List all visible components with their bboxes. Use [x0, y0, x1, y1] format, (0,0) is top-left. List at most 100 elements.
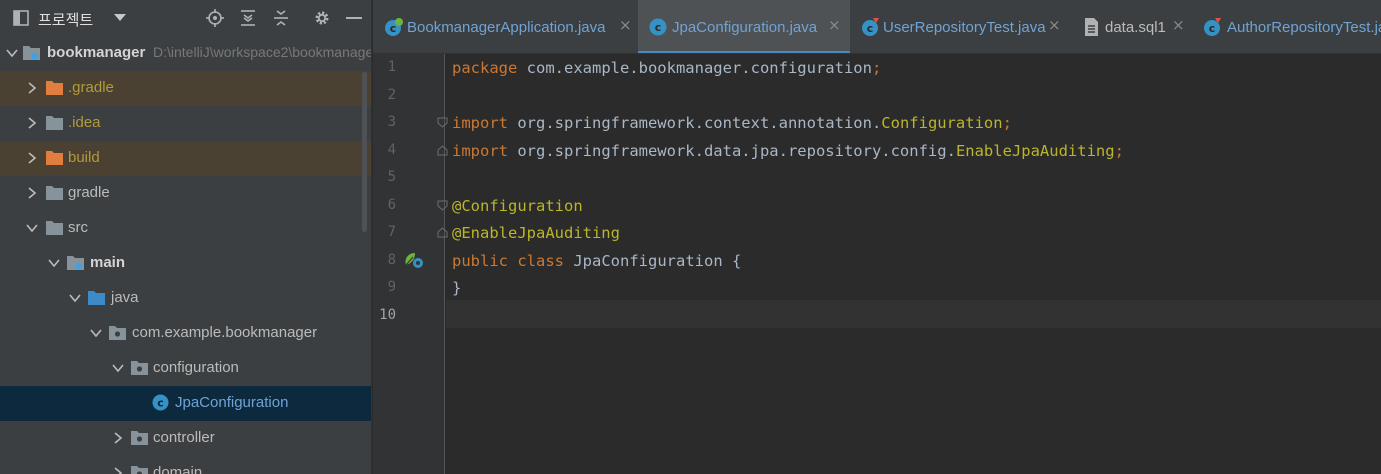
tree-item-label: JpaConfiguration [175, 394, 289, 411]
tree-item-controller[interactable]: controller [0, 421, 371, 456]
chevron-right-icon[interactable] [26, 152, 38, 164]
package-icon [109, 326, 126, 340]
chevron-down-icon[interactable] [90, 327, 102, 339]
fold-start-icon[interactable] [437, 200, 448, 211]
chevron-right-icon[interactable] [112, 432, 124, 444]
project-path: D:\intelliJ\workspace2\bookmanager [153, 44, 371, 60]
hide-icon[interactable] [345, 9, 363, 27]
tree-item-label: .idea [68, 114, 101, 131]
test-class-icon: c [862, 18, 879, 36]
code-line-8[interactable]: public class JpaConfiguration { [452, 252, 741, 270]
code-line-4[interactable]: import org.springframework.data.jpa.repo… [452, 142, 1124, 160]
tree-item-bookmanager[interactable]: bookmanager D:\intelliJ\workspace2\bookm… [0, 36, 371, 71]
keyword: class [517, 252, 565, 270]
tree-item-gradle[interactable]: gradle [0, 176, 371, 211]
close-icon[interactable]: × [828, 16, 841, 34]
test-class-icon: c [1204, 18, 1221, 36]
tree-item-gradle-cache[interactable]: .gradle [0, 71, 371, 106]
spring-bean-icon[interactable] [403, 250, 425, 270]
chevron-right-icon[interactable] [26, 117, 38, 129]
code-line-7[interactable]: @EnableJpaAuditing [452, 224, 620, 242]
project-panel-title[interactable]: 프로젝트 [38, 9, 93, 30]
close-icon[interactable]: × [1048, 16, 1061, 34]
chevron-down-icon[interactable] [48, 257, 60, 269]
tab-bookmanager-application[interactable]: c BookmanagerApplication.java × [373, 0, 637, 53]
source-root-folder-icon [67, 256, 84, 270]
code-line-3[interactable]: import org.springframework.context.annot… [452, 114, 1012, 132]
tree-item-domain[interactable]: domain [0, 456, 371, 474]
tab-user-repository-test[interactable]: c UserRepositoryTest.java × [850, 0, 1070, 53]
fold-end-icon[interactable] [437, 145, 448, 156]
fold-end-icon[interactable] [437, 227, 448, 238]
chevron-right-icon[interactable] [26, 82, 38, 94]
tab-jpa-configuration[interactable]: c JpaConfiguration.java × [638, 0, 850, 53]
package-name: com.example.bookmanager.configuration [517, 59, 872, 77]
semicolon: ; [1002, 114, 1012, 132]
tree-item-label: build [68, 149, 100, 166]
line-number: 5 [387, 169, 396, 185]
line-number: 6 [387, 197, 396, 213]
close-icon[interactable]: × [1172, 16, 1185, 34]
chevron-down-icon[interactable] [69, 292, 81, 304]
folder-icon [46, 186, 63, 200]
project-scrollbar-thumb[interactable] [362, 72, 367, 232]
tree-item-label: com.example.bookmanager [132, 324, 318, 341]
folder-icon [46, 116, 63, 130]
close-icon[interactable]: × [619, 16, 632, 34]
editor-gutter[interactable]: 1 2 3 4 5 6 7 8 9 10 [373, 54, 448, 474]
keyword: public [452, 252, 508, 270]
line-number-current: 10 [379, 307, 396, 323]
tree-item-label: bookmanager [47, 44, 146, 61]
tree-item-configuration[interactable]: configuration [0, 351, 371, 386]
tree-item-main[interactable]: main [0, 246, 371, 281]
svg-text:c: c [1209, 22, 1216, 35]
chevron-down-icon[interactable] [6, 47, 18, 59]
file-icon [1085, 18, 1098, 36]
editor-tab-bar: c BookmanagerApplication.java × c JpaCon… [373, 0, 1381, 54]
tab-author-repository-test[interactable]: c AuthorRepositoryTest.java [1190, 0, 1381, 53]
tree-item-java[interactable]: java [0, 281, 371, 316]
tree-item-label: .gradle [68, 79, 114, 96]
excluded-folder-icon [46, 81, 63, 95]
expand-all-icon[interactable] [239, 9, 257, 27]
closing-brace: } [452, 279, 462, 297]
fold-start-icon[interactable] [437, 117, 448, 128]
import-class: EnableJpaAuditing [955, 142, 1115, 160]
annotation: @Configuration [452, 197, 583, 215]
chevron-right-icon[interactable] [26, 187, 38, 199]
tree-item-jpaconfiguration[interactable]: c JpaConfiguration [0, 386, 371, 421]
collapse-all-icon[interactable] [272, 9, 290, 27]
svg-text:c: c [655, 21, 662, 34]
chevron-down-icon[interactable] [26, 222, 38, 234]
line-number: 9 [387, 279, 396, 295]
code-line-1[interactable]: package com.example.bookmanager.configur… [452, 59, 881, 77]
import-path: org.springframework.context.annotation. [508, 114, 882, 132]
chevron-down-icon[interactable] [114, 14, 126, 21]
tree-item-src[interactable]: src [0, 211, 371, 246]
tab-label: AuthorRepositoryTest.java [1227, 19, 1381, 36]
module-folder-icon [23, 46, 40, 60]
class-declaration: JpaConfiguration { [564, 252, 742, 270]
code-line-6[interactable]: @Configuration [452, 197, 583, 215]
chevron-right-icon[interactable] [112, 467, 124, 474]
tree-item-idea[interactable]: .idea [0, 106, 371, 141]
class-icon: c [649, 18, 667, 36]
line-number: 1 [387, 59, 396, 75]
semicolon: ; [1114, 142, 1124, 160]
locate-icon[interactable] [206, 9, 224, 27]
code-line-9[interactable]: } [452, 279, 461, 297]
gear-icon[interactable] [313, 9, 331, 27]
tree-item-build[interactable]: build [0, 141, 371, 176]
tab-label: data.sql1 [1105, 19, 1166, 36]
tab-data-sql[interactable]: data.sql1 × [1070, 0, 1190, 53]
excluded-folder-icon [46, 151, 63, 165]
svg-text:c: c [867, 22, 874, 35]
tree-item-label: configuration [153, 359, 239, 376]
package-icon [131, 431, 148, 445]
keyword: import [452, 114, 508, 132]
code-editor: c BookmanagerApplication.java × c JpaCon… [373, 0, 1381, 474]
chevron-down-icon[interactable] [112, 362, 124, 374]
line-number: 8 [387, 252, 396, 268]
tab-label: JpaConfiguration.java [672, 19, 818, 36]
tree-item-package-root[interactable]: com.example.bookmanager [0, 316, 371, 351]
